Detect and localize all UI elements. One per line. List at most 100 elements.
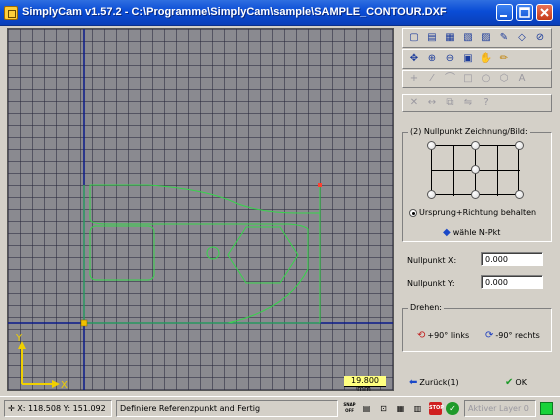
corner-marker [318, 183, 322, 187]
text-icon[interactable]: A [515, 72, 529, 86]
draw-icon[interactable]: ✎ [497, 31, 511, 45]
crosshair-icon: ✛ [8, 404, 18, 413]
zero-y-label: Nullpunkt Y: [407, 279, 455, 288]
copy-icon[interactable]: ⧉ [443, 96, 457, 110]
rotate-left-label: +90° links [427, 331, 470, 340]
keep-origin-radio[interactable]: Ursprung+Richtung behalten [409, 208, 536, 217]
zoom-in-icon[interactable]: ⊕ [425, 52, 439, 66]
back-button[interactable]: ⬅ Zurück(1) [409, 377, 459, 388]
rotate-left-button[interactable]: ⟲ +90° links [417, 330, 469, 341]
app-icon[interactable] [4, 6, 18, 20]
anchor-bottom-left[interactable] [427, 190, 436, 199]
save-icon[interactable]: ▦ [443, 31, 457, 45]
origin-marker[interactable] [80, 319, 88, 327]
zero-y-input[interactable] [481, 275, 543, 289]
coordinates-readout: ✛ X: 118.508 Y: 151.092 [4, 400, 112, 417]
zoom-window-icon[interactable]: ⊡ [377, 402, 390, 415]
status-message-text: Definiere Referenzpunkt and Fertig [120, 404, 261, 413]
anchor-center[interactable] [471, 165, 480, 174]
rotate-left-icon: ⟲ [417, 330, 426, 341]
active-layer: Aktiver Layer 0 [464, 400, 536, 417]
status-bar: ✛ X: 118.508 Y: 151.092 Definiere Refere… [0, 396, 560, 420]
grid-icon[interactable]: ▦ [394, 402, 407, 415]
axis-label-y: Y [15, 333, 23, 344]
title-bar: SimplyCam v1.57.2 - C:\Programme\SimplyC… [0, 0, 560, 26]
contour-outer[interactable] [89, 184, 321, 324]
new-icon[interactable]: ▢ [407, 31, 421, 45]
help-icon[interactable]: ⊘ [533, 31, 547, 45]
contour-pocket-rect[interactable] [89, 225, 155, 281]
ok-label: OK [515, 378, 527, 387]
toolbar-edit: ✕ ↔ ⧉ ⇋ ? [402, 94, 552, 112]
pan-icon[interactable]: ✥ [407, 52, 421, 66]
contour-frame[interactable] [83, 185, 321, 324]
about-icon[interactable]: ? [479, 96, 493, 110]
zero-point-group: (2) Nullpunkt Zeichnung/Bild: Ursprung+R… [402, 127, 552, 242]
scale-unit: mm [357, 385, 371, 393]
maximize-button[interactable] [516, 4, 533, 21]
pencil-icon[interactable]: ✏ [497, 52, 511, 66]
contour-hole-circle[interactable] [206, 246, 220, 260]
list-icon[interactable]: ▥ [411, 402, 424, 415]
axis-label-x: X [61, 380, 68, 391]
contour-hexagon[interactable] [227, 226, 299, 284]
rotate-right-button[interactable]: ⟳ -90° rechts [485, 330, 540, 341]
drawing-canvas[interactable]: Y X 19.800 [7, 28, 394, 391]
keep-origin-label: Ursprung+Richtung behalten [419, 208, 537, 217]
close-icon [540, 8, 549, 17]
layers-icon[interactable]: ▤ [360, 402, 373, 415]
anchor-bottom-right[interactable] [515, 190, 524, 199]
choose-zero-label: wähle N-Pkt [452, 228, 501, 237]
print-icon[interactable]: ▧ [461, 31, 475, 45]
rotate-group-title: Drehen: [408, 303, 444, 312]
back-arrow-icon: ⬅ [409, 377, 418, 388]
status-ok-icon[interactable]: ✓ [446, 402, 459, 415]
ok-button[interactable]: ✔ OK [505, 377, 527, 388]
close-button[interactable] [536, 4, 553, 21]
hand-icon[interactable]: ✋ [479, 52, 493, 66]
arc-icon[interactable]: ⌒ [443, 72, 457, 86]
axis-arrow-x [52, 380, 60, 388]
radio-indicator[interactable] [409, 208, 417, 217]
minimize-button[interactable] [496, 4, 513, 21]
delete-icon[interactable]: ✕ [407, 96, 421, 110]
mirror-icon[interactable]: ⇋ [461, 96, 475, 110]
toolbar-file: ▢ ▤ ▦ ▧ ▨ ✎ ◇ ⊘ [402, 28, 552, 48]
target-icon: ◆ [443, 227, 451, 238]
right-panel: ▢ ▤ ▦ ▧ ▨ ✎ ◇ ⊘ ✥ ⊕ ⊖ ▣ ✋ ✏ + ⁄ ⌒ □ ○ ⬡ … [399, 28, 554, 391]
snap-toggle[interactable]: SNAP OFF [343, 402, 356, 415]
anchor-top-right[interactable] [515, 141, 524, 150]
anchor-top-left[interactable] [427, 141, 436, 150]
active-layer-text: Aktiver Layer 0 [468, 404, 529, 413]
rotate-right-label: -90° rechts [495, 331, 540, 340]
circle-icon[interactable]: ○ [479, 72, 493, 86]
measure-icon[interactable]: ◇ [515, 31, 529, 45]
status-message: Definiere Referenzpunkt and Fertig [116, 400, 338, 417]
line-icon[interactable]: ⁄ [425, 72, 439, 86]
maximize-icon [519, 7, 530, 18]
zero-x-input[interactable] [481, 252, 543, 266]
rect-icon[interactable]: □ [461, 72, 475, 86]
rotate-right-icon: ⟳ [485, 330, 494, 341]
anchor-top-center[interactable] [471, 141, 480, 150]
point-icon[interactable]: + [407, 72, 421, 86]
poly-icon[interactable]: ⬡ [497, 72, 511, 86]
anchor-bottom-center[interactable] [471, 190, 480, 199]
zero-x-label: Nullpunkt X: [407, 256, 457, 265]
minimize-icon [500, 15, 507, 17]
choose-zero-button[interactable]: ◆ wähle N-Pkt [443, 227, 500, 238]
stop-button[interactable]: STOP [429, 402, 444, 415]
open-icon[interactable]: ▤ [425, 31, 439, 45]
ok-check-icon: ✔ [505, 377, 514, 388]
zero-point-group-title: (2) Nullpunkt Zeichnung/Bild: [408, 127, 530, 136]
toolbar-view: ✥ ⊕ ⊖ ▣ ✋ ✏ [402, 49, 552, 69]
anchor-vline-left [453, 146, 454, 196]
layer-color-indicator[interactable] [540, 402, 553, 415]
anchor-vline-right [497, 146, 498, 196]
coordinates-text: X: 118.508 Y: 151.092 [17, 404, 106, 413]
back-label: Zurück(1) [419, 378, 459, 387]
settings-icon[interactable]: ▨ [479, 31, 493, 45]
zoom-out-icon[interactable]: ⊖ [443, 52, 457, 66]
zoom-fit-icon[interactable]: ▣ [461, 52, 475, 66]
move-icon[interactable]: ↔ [425, 96, 439, 110]
